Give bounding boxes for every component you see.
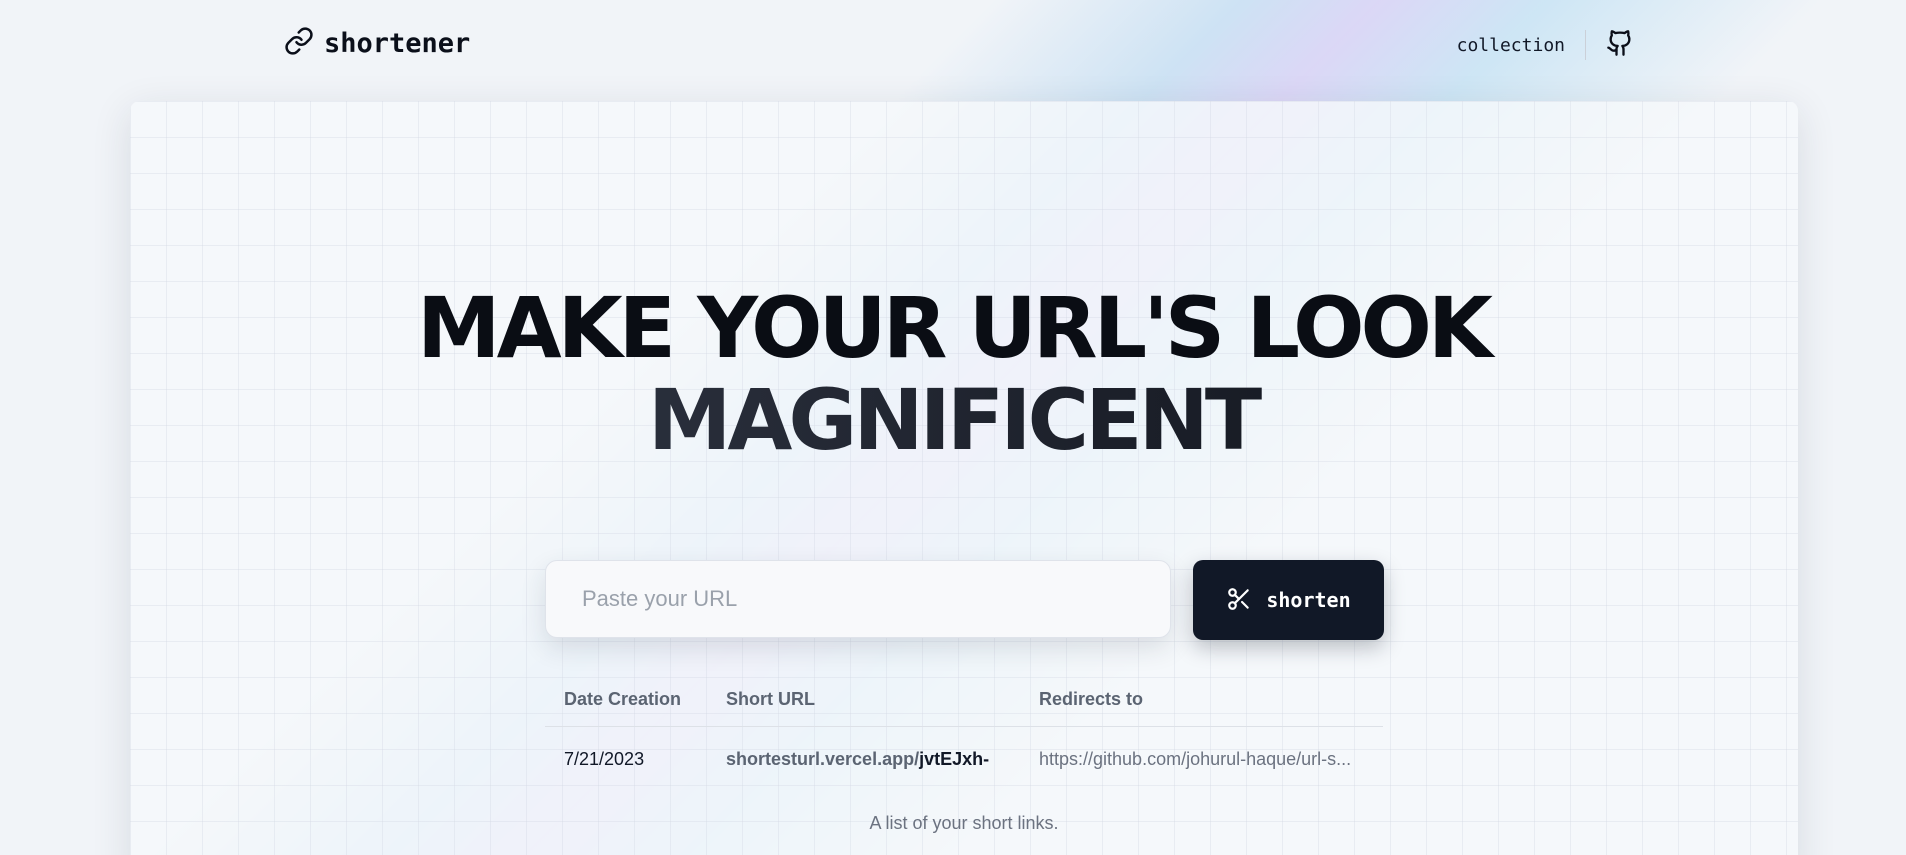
- nav-right-group: collection: [1457, 28, 1634, 62]
- table-header-row: Date Creation Short URL Redirects to: [545, 672, 1383, 727]
- brand-logo-link[interactable]: shortener: [284, 26, 470, 60]
- nav-divider: [1585, 30, 1586, 60]
- header-short-url: Short URL: [707, 672, 1020, 727]
- hero-title-line1: MAKE YOUR URL'S LOOK: [416, 279, 1493, 377]
- shorten-form: shorten: [545, 560, 1384, 640]
- hero-heading: MAKE YOUR URL'S LOOK MAGNIFICENT: [0, 282, 1906, 466]
- hero-title-line2: MAGNIFICENT: [0, 374, 1906, 466]
- table-caption: A list of your short links.: [869, 813, 1059, 833]
- header-redirects-to: Redirects to: [1020, 672, 1383, 727]
- shorten-button[interactable]: shorten: [1193, 560, 1384, 640]
- table-row: 7/21/2023 shortesturl.vercel.app/jvtEJxh…: [545, 727, 1383, 792]
- header-date-creation: Date Creation: [545, 672, 707, 727]
- github-icon: [1606, 28, 1634, 62]
- row-redirect-url[interactable]: https://github.com/johurul-haque/url-s..…: [1020, 727, 1383, 792]
- short-url-code: jvtEJxh-: [919, 748, 990, 769]
- github-link[interactable]: [1606, 28, 1634, 62]
- links-table: Date Creation Short URL Redirects to 7/2…: [545, 672, 1383, 791]
- url-input[interactable]: [545, 560, 1171, 638]
- link-icon: [284, 26, 314, 60]
- brand-name: shortener: [324, 27, 471, 59]
- scissors-icon: [1226, 586, 1252, 615]
- row-date: 7/21/2023: [564, 748, 645, 769]
- shorten-button-label: shorten: [1266, 588, 1351, 612]
- short-url-prefix: shortesturl.vercel.app/: [726, 748, 920, 769]
- row-short-url[interactable]: shortesturl.vercel.app/jvtEJxh-: [707, 727, 1020, 792]
- top-navigation: shortener collection: [0, 0, 1906, 90]
- links-table-container: Date Creation Short URL Redirects to 7/2…: [545, 672, 1383, 791]
- collection-link[interactable]: collection: [1457, 35, 1585, 56]
